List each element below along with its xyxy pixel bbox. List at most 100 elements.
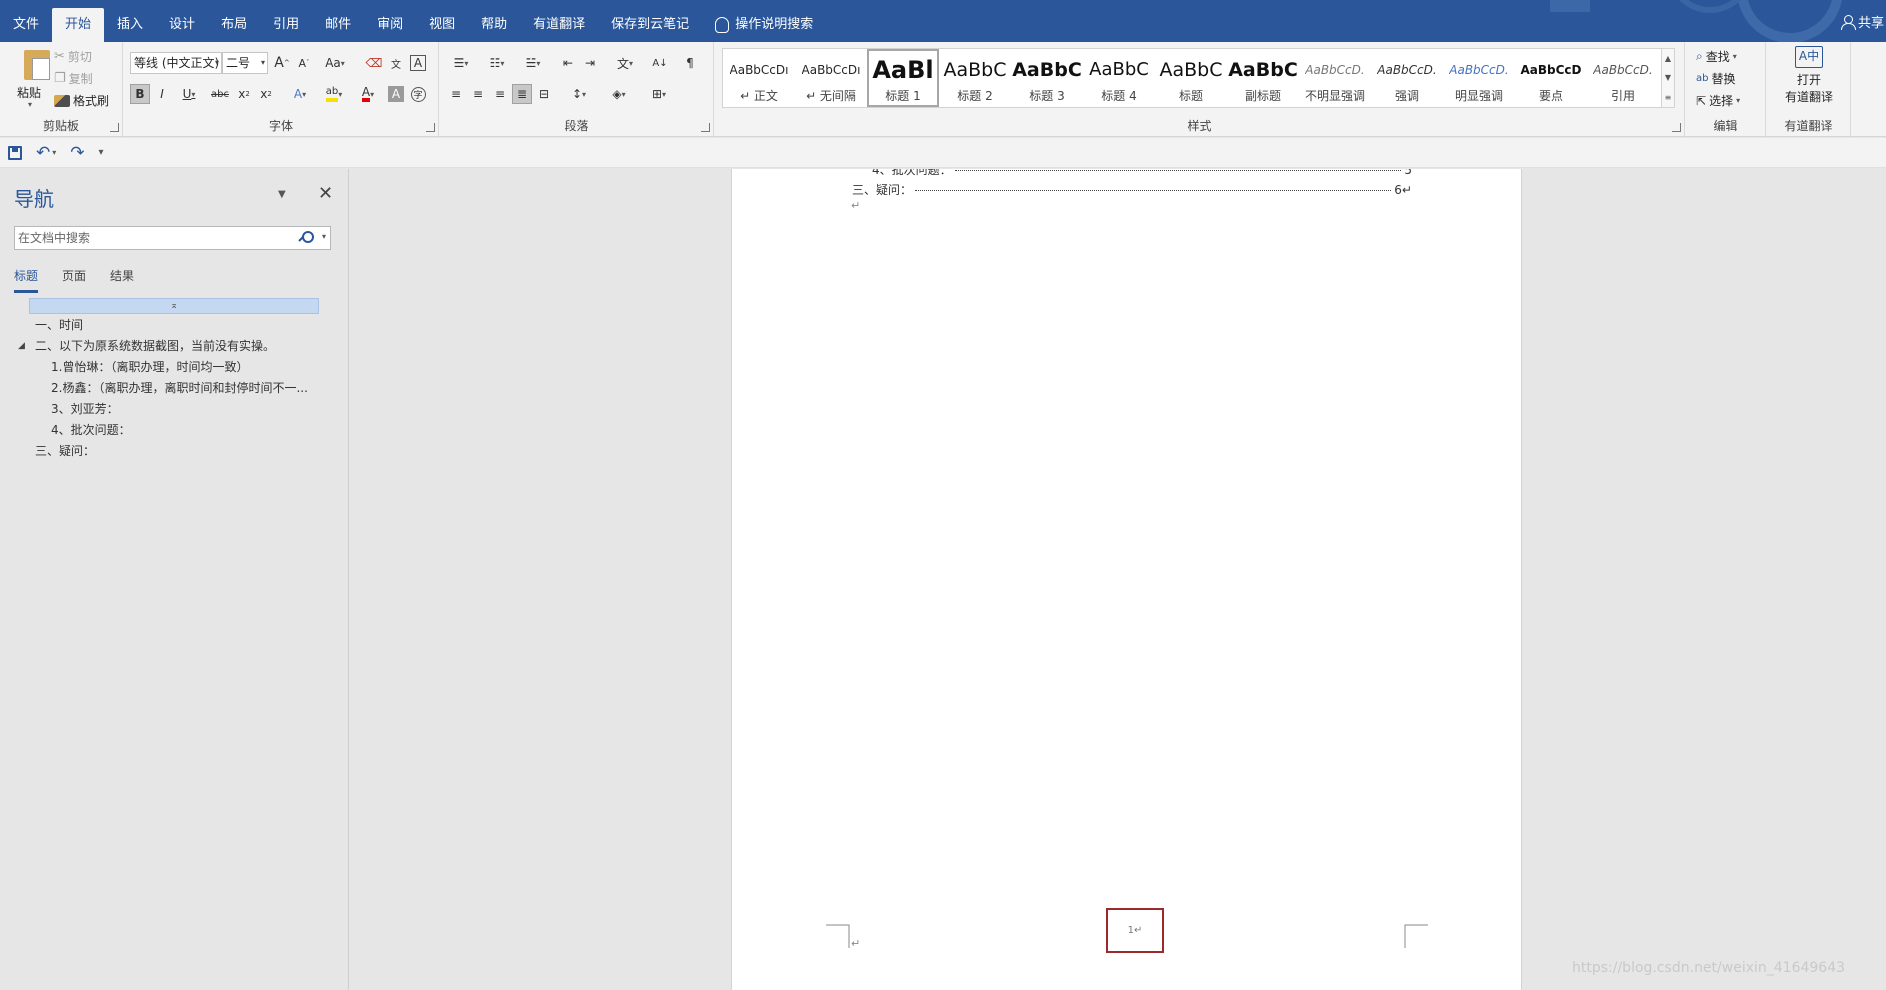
decrease-indent-button[interactable]: ⇤ [558,53,578,73]
font-color-button[interactable]: A ▾ [354,84,382,104]
expanded-triangle-icon[interactable]: ◢ [18,336,25,357]
justify-button[interactable]: ≣ [512,84,532,104]
find-button[interactable]: ⌕ 查找 ▾ [1696,48,1737,65]
bullets-button[interactable]: ☰ ▾ [446,53,476,73]
bold-button[interactable]: B [130,84,150,104]
strikethrough-button[interactable]: abc [208,84,232,104]
superscript-button[interactable]: x2 [256,84,276,104]
highlight-button[interactable]: ab ▾ [320,84,348,104]
italic-button[interactable]: I [152,84,172,104]
style-intense-emphasis[interactable]: AaBbCcD. 明显强调 [1443,49,1515,107]
shading-button[interactable]: ◈ ▾ [604,84,634,104]
tab-save-to-cloud-note[interactable]: 保存到云笔记 [598,8,702,42]
toc-entry[interactable]: 4、批次问题： 5 [872,169,1412,178]
text-effects-button[interactable]: A ▾ [286,84,314,104]
paragraph-dialog-launcher[interactable] [701,123,710,132]
line-spacing-button[interactable]: ↕ ▾ [564,84,594,104]
style-subtle-emphasis[interactable]: AaBbCcD. 不明显强调 [1299,49,1371,107]
nav-collapse-all-bar[interactable]: ⌅ [29,298,319,314]
grow-font-button[interactable]: A ^ [272,53,292,73]
chinese-layout-button[interactable]: 文 ▾ [610,53,640,73]
sort-button[interactable]: A↓ [650,53,670,73]
style-title[interactable]: AaBbC 标题 [1155,49,1227,107]
styles-dialog-launcher[interactable] [1672,123,1681,132]
tab-design[interactable]: 设计 [156,8,208,42]
chevron-down-icon[interactable]: ▾ [322,232,326,241]
paste-button[interactable]: 粘贴 ▾ [8,44,50,112]
style-heading-3[interactable]: AaBbC 标题 3 [1011,49,1083,107]
tab-home[interactable]: 开始 [52,8,105,42]
heading-item[interactable]: 一、时间 [0,315,349,336]
tab-mailings[interactable]: 邮件 [312,8,364,42]
format-painter-button[interactable]: 格式刷 [54,92,109,109]
redo-button[interactable]: ↷ [70,143,84,163]
styles-gallery-scroller[interactable]: ▲ ▼ ≡ [1661,48,1675,108]
style-no-spacing[interactable]: AaBbCcDı ↵ 无间隔 [795,49,867,107]
enclose-characters-button[interactable]: 字 [408,84,428,104]
character-border-button[interactable]: A [410,55,426,71]
heading-item[interactable]: 2.杨鑫：（离职办理，离职时间和封停时间不一... [0,378,349,399]
tab-layout[interactable]: 布局 [208,8,260,42]
save-icon[interactable] [8,145,22,160]
align-right-button[interactable]: ≡ [490,84,510,104]
select-button[interactable]: ⇱ 选择 ▾ [1696,92,1740,109]
nav-tab-pages[interactable]: 页面 [62,267,86,293]
customize-qat-button[interactable]: ▾ [99,147,104,158]
style-emphasis[interactable]: AaBbCcD. 强调 [1371,49,1443,107]
tab-insert[interactable]: 插入 [104,8,156,42]
style-heading-1[interactable]: AaBl 标题 1 [867,49,939,107]
font-name-combo[interactable]: 等线 (中文正文) ▾ [130,52,222,74]
style-normal[interactable]: AaBbCcDı ↵ 正文 [723,49,795,107]
increase-indent-button[interactable]: ⇥ [580,53,600,73]
nav-options-button[interactable]: ▼ [278,189,286,200]
tab-view[interactable]: 视图 [416,8,468,42]
style-heading-4[interactable]: AaBbC 标题 4 [1083,49,1155,107]
borders-button[interactable]: ⊞ ▾ [644,84,674,104]
tab-youdao-translate[interactable]: 有道翻译 [520,8,598,42]
undo-button[interactable]: ↶ ▾ [36,143,56,163]
style-quote[interactable]: AaBbCcD. 引用 [1587,49,1659,107]
show-formatting-marks-button[interactable]: ¶ [680,53,700,73]
heading-item[interactable]: 4、批次问题： [0,420,349,441]
align-left-button[interactable]: ≡ [446,84,466,104]
subscript-button[interactable]: x2 [234,84,254,104]
open-youdao-translate-button[interactable]: A中 打开 有道翻译 [1767,46,1851,112]
phonetic-guide-button[interactable]: 文 [386,53,406,73]
tab-references[interactable]: 引用 [260,8,312,42]
font-size-combo[interactable]: 二号 ▾ [222,52,268,74]
nav-tab-results[interactable]: 结果 [110,267,134,293]
change-case-button[interactable]: Aa ▾ [320,53,350,73]
heading-item[interactable]: 三、疑问： [0,441,349,462]
toc-entry[interactable]: 三、疑问： 6↵ [852,181,1412,198]
shrink-font-button[interactable]: Aˇ [294,53,314,73]
footer-page-number[interactable]: 1↵ [1106,908,1164,953]
chevron-down-icon[interactable]: ▼ [1665,73,1671,82]
character-shading-button[interactable]: A [388,86,404,102]
font-dialog-launcher[interactable] [426,123,435,132]
heading-item[interactable]: ◢ 二、以下为原系统数据截图，当前没有实操。 [0,336,349,357]
cut-button[interactable]: ✂ 剪切 [54,48,92,65]
numbering-button[interactable]: ☷ ▾ [482,53,512,73]
copy-button[interactable]: ❐ 复制 [54,70,93,87]
nav-tab-headings[interactable]: 标题 [14,267,39,293]
tab-review[interactable]: 审阅 [364,8,416,42]
document-page[interactable]: 4、批次问题： 5 三、疑问： 6↵ ↵ ↵ 1↵ [731,169,1522,990]
expand-gallery-icon[interactable]: ≡ [1665,93,1672,102]
heading-item[interactable]: 1.曾怡琳：（离职办理，时间均一致） [0,357,349,378]
style-strong[interactable]: AaBbCcD 要点 [1515,49,1587,107]
heading-item[interactable]: 3、刘亚芳： [0,399,349,420]
nav-close-button[interactable]: ✕ [318,183,333,204]
chevron-up-icon[interactable]: ▲ [1665,54,1671,63]
clear-formatting-button[interactable]: ⌫ [364,53,384,73]
tab-help[interactable]: 帮助 [468,8,520,42]
distributed-button[interactable]: ⊟ [534,84,554,104]
nav-search-input[interactable] [15,227,295,249]
search-icon[interactable] [299,231,314,244]
underline-button[interactable]: U ▾ [174,84,204,104]
tell-me-search[interactable]: 操作说明搜索 [702,8,826,42]
align-center-button[interactable]: ≡ [468,84,488,104]
tab-file[interactable]: 文件 [0,8,52,42]
replace-button[interactable]: ab 替换 [1696,70,1736,87]
clipboard-dialog-launcher[interactable] [110,123,119,132]
multilevel-list-button[interactable]: ☱ ▾ [518,53,548,73]
